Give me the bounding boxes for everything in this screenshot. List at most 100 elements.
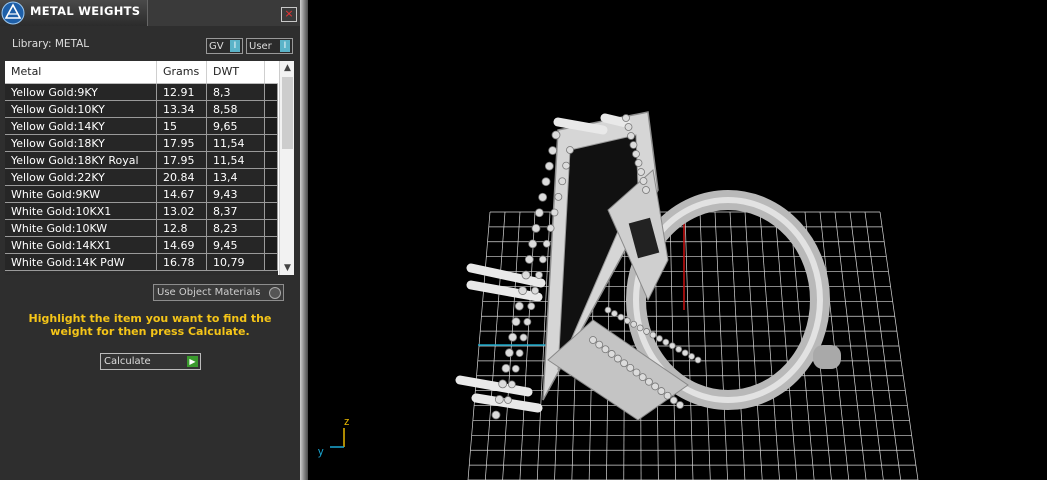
panel-splitter[interactable] <box>300 0 308 480</box>
melee-bead <box>551 130 561 140</box>
melee-bead <box>541 177 551 187</box>
melee-bead <box>632 150 640 158</box>
table-row[interactable]: Yellow Gold:14KY 15 9,65 <box>5 118 278 135</box>
melee-bead <box>607 350 616 358</box>
table-row[interactable]: White Gold:14KX1 14.69 9,45 <box>5 237 278 254</box>
dwt-cell: 11,54 <box>207 152 265 169</box>
dwt-cell: 13,4 <box>207 169 265 186</box>
metal-cell: Yellow Gold:10KY <box>5 101 157 118</box>
dwt-cell: 11,54 <box>207 135 265 152</box>
use-object-materials-toggle[interactable]: Use Object Materials <box>153 284 284 301</box>
calculate-label: Calculate <box>104 356 151 367</box>
melee-bead <box>518 286 528 295</box>
row-spacer <box>265 254 278 271</box>
close-button[interactable]: × <box>281 7 297 22</box>
metal-cell: White Gold:9KW <box>5 186 157 203</box>
metal-cell: Yellow Gold:9KY <box>5 84 157 101</box>
table-scrollbar[interactable]: ▲ ▼ <box>279 61 294 275</box>
melee-bead <box>534 208 544 218</box>
gv-toggle[interactable]: GV I <box>206 38 243 54</box>
melee-bead <box>669 396 678 405</box>
table-row[interactable]: Yellow Gold:10KY 13.34 8,58 <box>5 101 278 118</box>
scroll-up-icon[interactable]: ▲ <box>280 61 294 75</box>
use-object-materials-label: Use Object Materials <box>157 287 261 298</box>
metal-cell: White Gold:10KX1 <box>5 203 157 220</box>
melee-bead <box>601 345 610 354</box>
melee-bead <box>622 114 630 122</box>
melee-bead <box>507 380 516 389</box>
melee-bead <box>624 123 633 131</box>
melee-bead <box>638 373 647 382</box>
melee-bead <box>589 336 597 344</box>
scroll-down-icon[interactable]: ▼ <box>280 261 294 275</box>
melee-bead <box>515 349 524 358</box>
grams-cell: 14.67 <box>157 186 207 203</box>
grams-cell: 13.34 <box>157 101 207 118</box>
panel-title-tab[interactable]: METAL WEIGHTS <box>0 0 148 26</box>
melee-bead <box>523 317 532 326</box>
melee-bead <box>643 328 650 335</box>
melee-bead <box>623 317 631 325</box>
table-row[interactable]: Yellow Gold:18KY 17.95 11,54 <box>5 135 278 152</box>
column-header-metal[interactable]: Metal <box>5 61 157 83</box>
table-header: Metal Grams DWT <box>5 61 278 84</box>
melee-bead <box>508 332 518 342</box>
metal-cell: Yellow Gold:14KY <box>5 118 157 135</box>
melee-bead <box>538 192 548 202</box>
melee-bead <box>514 301 524 311</box>
axis-y-label: y <box>318 446 324 458</box>
row-spacer <box>265 237 278 254</box>
play-arrow-icon: ▶ <box>187 356 198 367</box>
grams-cell: 12.91 <box>157 84 207 101</box>
melee-bead <box>566 146 574 154</box>
table-row[interactable]: White Gold:10KW 12.8 8,23 <box>5 220 278 237</box>
metal-cell: Yellow Gold:18KY <box>5 135 157 152</box>
gv-toggle-indicator: I <box>230 40 240 52</box>
table-row[interactable]: Yellow Gold:22KY 20.84 13,4 <box>5 169 278 186</box>
row-spacer <box>265 152 278 169</box>
library-label: Library: METAL <box>12 38 90 50</box>
melee-bead <box>558 177 567 186</box>
row-spacer <box>265 101 278 118</box>
melee-bead <box>528 239 538 249</box>
table-row[interactable]: White Gold:10KX1 13.02 8,37 <box>5 203 278 220</box>
melee-bead <box>629 141 638 149</box>
melee-bead <box>521 270 531 280</box>
ground-grid <box>467 211 919 480</box>
grams-cell: 14.69 <box>157 237 207 254</box>
metal-cell: Yellow Gold:22KY <box>5 169 157 186</box>
ring-model[interactable] <box>455 111 841 421</box>
user-toggle[interactable]: User I <box>246 38 293 54</box>
app-logo-icon <box>1 1 25 25</box>
grams-cell: 17.95 <box>157 135 207 152</box>
ring-shank-end <box>813 345 841 369</box>
scroll-thumb[interactable] <box>282 77 293 149</box>
dwt-cell: 8,23 <box>207 220 265 237</box>
melee-bead <box>688 353 695 360</box>
table-row[interactable]: White Gold:14K PdW 16.78 10,79 <box>5 254 278 271</box>
melee-bead <box>527 302 536 311</box>
melee-bead <box>634 159 643 167</box>
table-row[interactable]: Yellow Gold:9KY 12.91 8,3 <box>5 84 278 101</box>
calculate-button[interactable]: Calculate ▶ <box>100 353 201 370</box>
table-row[interactable]: Yellow Gold:18KY Royal 17.95 11,54 <box>5 152 278 169</box>
column-header-dwt[interactable]: DWT <box>207 61 265 83</box>
metal-cell: White Gold:10KW <box>5 220 157 237</box>
row-spacer <box>265 186 278 203</box>
melee-bead <box>626 363 635 372</box>
melee-bead <box>511 317 521 327</box>
melee-bead <box>498 379 508 389</box>
column-header-grams[interactable]: Grams <box>157 61 207 83</box>
dwt-cell: 9,43 <box>207 186 265 203</box>
table-row[interactable]: White Gold:9KW 14.67 9,43 <box>5 186 278 203</box>
melee-bead <box>630 320 638 328</box>
3d-viewport[interactable]: z y <box>308 0 1047 480</box>
user-toggle-label: User <box>249 41 272 52</box>
melee-bead <box>554 192 563 201</box>
metal-cell: Yellow Gold:18KY Royal <box>5 152 157 169</box>
melee-bead <box>524 255 534 264</box>
melee-bead <box>642 186 650 194</box>
axis-indicator: z y <box>318 416 350 458</box>
melee-bead <box>617 313 625 321</box>
row-spacer <box>265 84 278 101</box>
